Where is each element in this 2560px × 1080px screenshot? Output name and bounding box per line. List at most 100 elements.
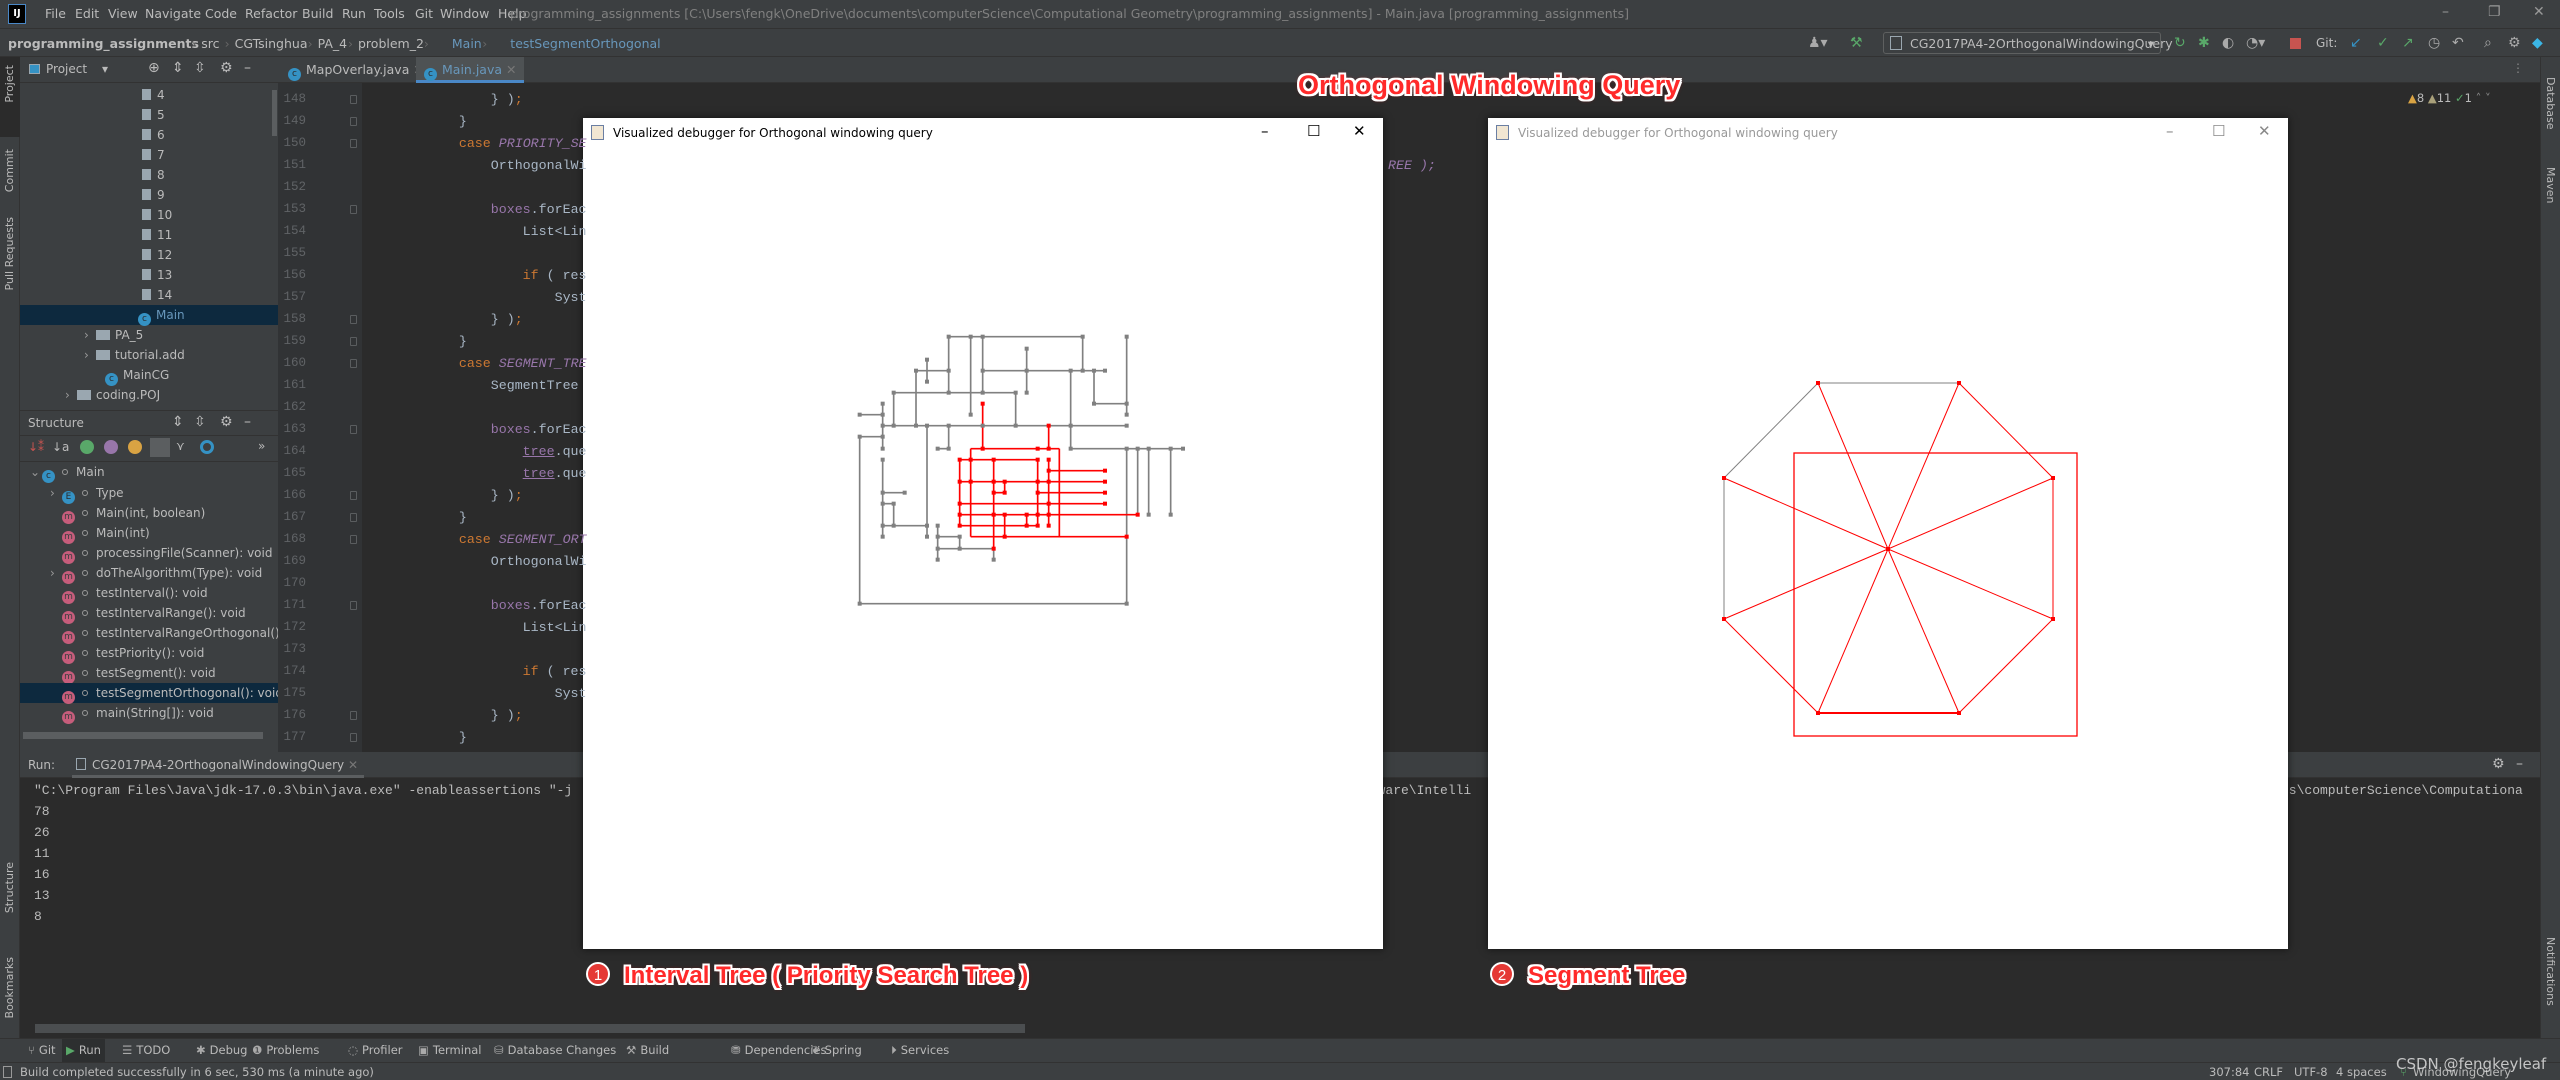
- structure-item[interactable]: › E Type: [20, 483, 278, 504]
- more-icon[interactable]: »: [258, 439, 265, 453]
- more-tabs-icon[interactable]: ⋮: [2512, 61, 2524, 75]
- file-encoding[interactable]: UTF-8: [2294, 1065, 2328, 1079]
- fold-marker-icon[interactable]: [350, 117, 357, 126]
- chevron-down-icon[interactable]: ⌄: [30, 462, 42, 482]
- tool-problems[interactable]: ❶ Problems: [252, 1043, 319, 1057]
- fold-marker-icon[interactable]: [350, 733, 357, 742]
- tool-pull-requests[interactable]: Pull Requests: [3, 217, 16, 290]
- tool-database-changes[interactable]: ⛁ Database Changes: [494, 1043, 616, 1057]
- tool-commit[interactable]: Commit: [3, 149, 16, 192]
- structure-scrollbar[interactable]: [23, 732, 263, 739]
- tree-item[interactable]: › tutorial.add: [20, 345, 278, 365]
- structure-item[interactable]: m testIntervalRangeOrthogonal(): vo: [20, 623, 302, 644]
- tree-item[interactable]: 10: [20, 205, 278, 225]
- show-fields-icon[interactable]: [128, 440, 142, 454]
- breadcrumb-item[interactable]: CGTsinghua: [235, 36, 308, 51]
- tool-profiler[interactable]: ◌ Profiler: [348, 1043, 403, 1057]
- tool-structure[interactable]: Structure: [3, 862, 16, 913]
- tree-item[interactable]: c Main: [20, 305, 278, 326]
- minimize-button[interactable]: –: [1261, 122, 1269, 140]
- menu-refactor[interactable]: Refactor: [245, 6, 297, 21]
- fold-marker-icon[interactable]: [350, 95, 357, 104]
- run-configuration-dropdown[interactable]: CG2017PA4-2OrthogonalWindowingQuery ▾: [1883, 32, 2173, 54]
- tool-project[interactable]: Project: [3, 65, 16, 103]
- indent-setting[interactable]: 4 spaces: [2336, 1065, 2387, 1079]
- project-view-dropdown[interactable]: Project: [46, 62, 87, 76]
- fold-marker-icon[interactable]: [350, 535, 357, 544]
- minimize-button[interactable]: –: [2442, 4, 2449, 20]
- tree-item[interactable]: 9: [20, 185, 278, 205]
- tree-item[interactable]: 8: [20, 165, 278, 185]
- sort-by-visibility-icon[interactable]: ↓⁑: [28, 440, 44, 454]
- close-button[interactable]: ✕: [1353, 122, 1366, 140]
- user-icon[interactable]: ♟▾: [1808, 35, 1828, 51]
- fold-marker-icon[interactable]: [350, 513, 357, 522]
- tool-run[interactable]: ▶ Run: [62, 1039, 105, 1063]
- toolbox-icon[interactable]: ◆: [2532, 35, 2543, 51]
- chevron-right-icon[interactable]: ›: [84, 345, 96, 365]
- line-separator[interactable]: CRLF: [2254, 1065, 2283, 1079]
- structure-item[interactable]: m testSegment(): void: [20, 663, 278, 684]
- gear-icon[interactable]: ⚙: [220, 60, 233, 76]
- structure-item[interactable]: m testPriority(): void: [20, 643, 278, 664]
- structure-item[interactable]: m main(String[]): void: [20, 703, 278, 724]
- tree-item[interactable]: 6: [20, 125, 278, 145]
- fold-marker-icon[interactable]: [350, 425, 357, 434]
- collapse-all-icon[interactable]: ⇳: [194, 60, 206, 76]
- rerun-icon[interactable]: ↻: [2174, 35, 2186, 51]
- fold-marker-icon[interactable]: [350, 601, 357, 610]
- settings-gear-icon[interactable]: ⚙: [2508, 35, 2521, 51]
- maximize-button[interactable]: ☐: [1307, 122, 1320, 140]
- menu-run[interactable]: Run: [342, 6, 366, 21]
- git-push-icon[interactable]: ↗: [2402, 35, 2414, 51]
- tool-notifications[interactable]: Notifications: [2544, 937, 2557, 1006]
- fold-marker-icon[interactable]: [350, 359, 357, 368]
- tree-item[interactable]: 13: [20, 265, 278, 285]
- chevron-right-icon[interactable]: ›: [84, 325, 96, 345]
- tool-git[interactable]: ⑂ Git: [28, 1043, 56, 1057]
- toggle-tool-windows-icon[interactable]: [3, 1066, 12, 1078]
- expand-all-icon[interactable]: ⇕: [172, 414, 184, 430]
- tree-item[interactable]: c MainCG: [20, 365, 278, 386]
- tab-main-java[interactable]: c Main.java ✕: [416, 57, 525, 83]
- structure-item[interactable]: m testInterval(): void: [20, 583, 278, 604]
- menu-window[interactable]: Window: [440, 6, 489, 21]
- menu-build[interactable]: Build: [302, 6, 333, 21]
- tool-services[interactable]: ⏵ Services: [891, 1043, 949, 1058]
- structure-item[interactable]: m processingFile(Scanner): void: [20, 543, 278, 564]
- tool-database[interactable]: Database: [2544, 77, 2557, 130]
- caret-position[interactable]: 307:84: [2209, 1065, 2249, 1079]
- tree-item[interactable]: › PA_5: [20, 325, 278, 345]
- stop-icon[interactable]: [2290, 38, 2301, 49]
- structure-item[interactable]: m testSegmentOrthogonal(): void: [20, 683, 283, 704]
- tool-spring[interactable]: ❦ Spring: [811, 1043, 862, 1057]
- fold-marker-icon[interactable]: [350, 139, 357, 148]
- menu-tools[interactable]: Tools: [374, 6, 405, 21]
- tool-debug[interactable]: ✱ Debug: [196, 1043, 247, 1057]
- chevron-right-icon[interactable]: ›: [50, 483, 62, 503]
- breadcrumb-item[interactable]: PA_4: [318, 36, 348, 51]
- search-icon[interactable]: ⌕: [2484, 35, 2492, 51]
- show-lambdas-icon[interactable]: ⋎: [176, 439, 185, 453]
- fold-marker-icon[interactable]: [350, 205, 357, 214]
- breadcrumb-item[interactable]: problem_2: [358, 36, 424, 51]
- fold-marker-icon[interactable]: [350, 711, 357, 720]
- git-commit-icon[interactable]: ✓: [2377, 35, 2389, 51]
- next-highlight-icon[interactable]: ˅: [2485, 91, 2491, 105]
- previous-highlight-icon[interactable]: ˄: [2476, 91, 2482, 105]
- tree-item[interactable]: 4: [20, 85, 278, 105]
- sort-alpha-icon[interactable]: ↓a: [52, 440, 69, 454]
- inspection-widget[interactable]: ▲8 ▲11 ✓1 ˄ ˅: [2408, 91, 2491, 105]
- locate-icon[interactable]: ⊕: [148, 60, 160, 76]
- structure-item[interactable]: › m doTheAlgorithm(Type): void: [20, 563, 278, 584]
- gear-icon[interactable]: ⚙: [220, 414, 233, 430]
- tool-build[interactable]: ⚒ Build: [626, 1043, 669, 1057]
- project-scrollbar[interactable]: [272, 90, 277, 136]
- tool-maven[interactable]: Maven: [2544, 167, 2557, 203]
- show-inherited-icon[interactable]: [80, 440, 94, 454]
- breadcrumb-item[interactable]: src: [201, 36, 219, 51]
- tool-bookmarks[interactable]: Bookmarks: [3, 957, 16, 1018]
- tree-item[interactable]: 7: [20, 145, 278, 165]
- tree-item[interactable]: 14: [20, 285, 278, 305]
- menu-file[interactable]: File: [45, 6, 66, 21]
